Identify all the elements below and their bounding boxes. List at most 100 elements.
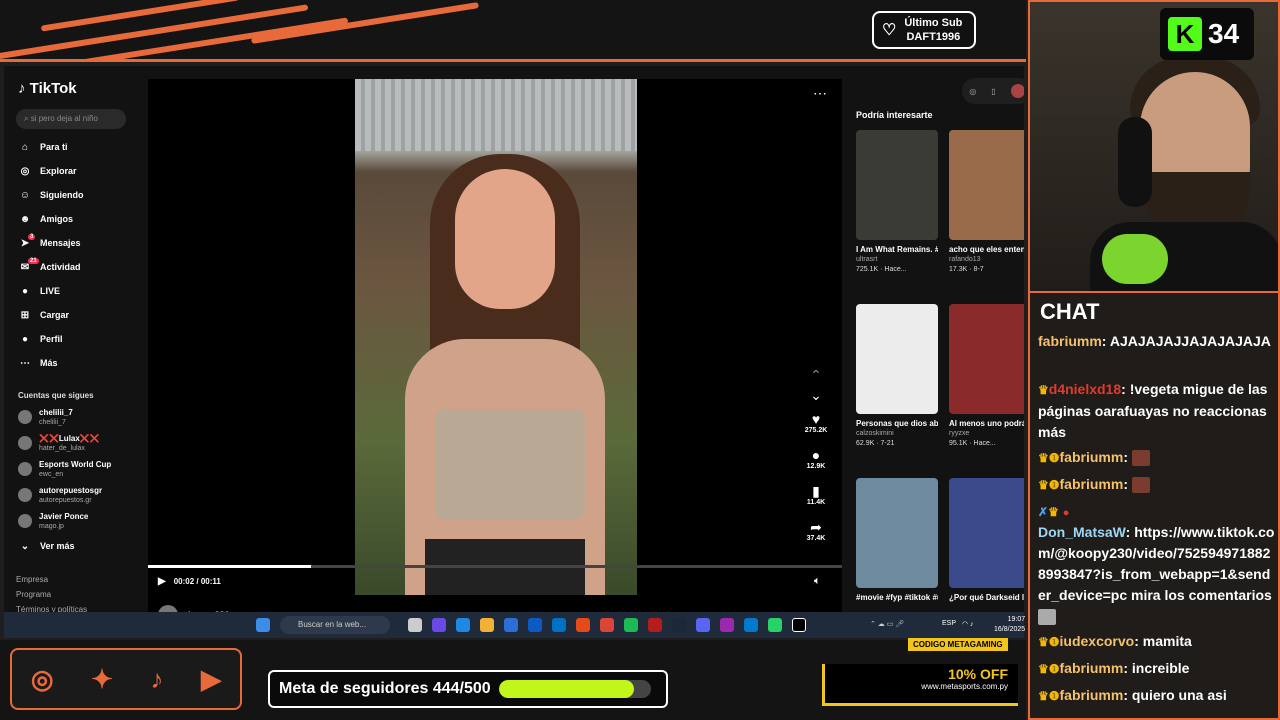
video-thumbnail[interactable] [949,304,1024,414]
comment-button[interactable]: ● 12.9K [796,447,836,470]
sidebar-item-actividad[interactable]: ✉ 21 Actividad [18,258,81,276]
sidebar-item-perfil[interactable]: ● Perfil [18,330,63,348]
edge-icon[interactable] [456,618,470,632]
sidebar-item-live[interactable]: ● LIVE [18,282,60,300]
footer-link-programa[interactable]: Programa [16,590,51,599]
lang-indicator[interactable]: ESP [942,620,956,627]
following-name: autorepuestosgr [39,485,103,495]
card-stats: 725.1K · Hace... [856,266,907,273]
goal-progress [498,680,651,698]
card-stats: 62.9K · 7-21 [856,440,895,447]
spotify-icon[interactable] [624,618,638,632]
footer-link-empresa[interactable]: Empresa [16,575,48,584]
following-item[interactable]: autorepuestosgr autorepuestos.gr [18,483,102,507]
recommendation-card[interactable]: acho que eles entenderam 😭 .... rafando13… [949,130,1024,275]
avatar[interactable] [1010,84,1024,98]
chat-message: ♛❶fabriumm: quiero una asi [1038,687,1227,703]
copilot-icon[interactable] [432,618,446,632]
chat-message: ♛d4nielxd18: !vegeta migue de las página… [1038,381,1268,440]
sidebar-item-para-ti[interactable]: ⌂ Para ti [18,138,68,156]
scroll-down-icon[interactable]: ⌄ [796,387,836,403]
share-icon: ➦ [810,519,822,535]
chat-title: CHAT [1040,299,1100,324]
recommendation-card[interactable]: ¿Por qué Darkseid logró intimidar a... [949,478,1024,603]
save-button[interactable]: ▮ 11.4K [796,483,836,506]
outlook-icon[interactable] [552,618,566,632]
promo-url: www.metasports.com.py [921,682,1008,691]
following-handle: mago.jp [39,522,64,530]
app-icon-2[interactable] [720,618,734,632]
recommendation-card[interactable]: #movie #fyp #tiktok #usaus [856,478,938,603]
discord-icon[interactable] [696,618,710,632]
following-item[interactable]: ❌❌Lulax❌❌ hater_de_lulax [18,431,100,455]
store-icon[interactable] [528,618,542,632]
device-icon[interactable]: ▯ [991,87,995,96]
play-icon[interactable]: ▶ [158,576,166,587]
twitter-icon: ✦ [91,663,113,694]
card-stats: 95.1K · Hace... [949,440,996,447]
notification-badge: 3 [28,234,36,240]
avatar [18,514,32,528]
vscode-icon[interactable] [744,618,758,632]
taskview-icon[interactable] [408,618,422,632]
emote-icon [1038,609,1056,626]
sidebar-item-explorar[interactable]: ◎ Explorar [18,162,77,180]
video-time: 00:02 / 00:11 [173,577,221,586]
heart-icon: ♥ [811,411,821,427]
card-caption: #movie #fyp #tiktok #usaus [856,593,938,602]
compass-icon: ◎ [20,165,30,177]
sidebar-item-siguiendo[interactable]: ☺ Siguiendo [18,186,84,204]
live-icon: ● [21,285,29,297]
whatsapp-icon[interactable] [768,618,782,632]
more-options-icon[interactable]: ⋯ [813,85,827,102]
wifi-icon[interactable]: ◠ ♪ [962,620,974,628]
tray-icons[interactable]: ⌃ ☁ ▭ 🎤︎ [870,620,904,628]
following-name: Javier Ponce [39,511,89,521]
sidebar-item-m-s[interactable]: ⋯ Más [18,354,58,372]
following-handle: autorepuestos.gr [39,496,92,504]
chrome-icon[interactable] [576,618,590,632]
recommendation-card[interactable]: Al menos uno podrá ser feliz #zzzero... r… [949,304,1024,449]
compass-icon[interactable]: ◎ [969,87,976,96]
sidebar-item-cargar[interactable]: ⊞ Cargar [18,306,69,324]
sponsor-promo: CODIGO METAGAMING 10% OFF www.metasports… [822,638,1022,706]
stream-overlay: ♡ Último Sub DAFT1996 ♪ TikTok ⌕ si pero… [0,0,1280,720]
following-item[interactable]: chelilii_7 chelilii_7 [18,405,73,429]
clock[interactable]: 19:07 16/8/2025 [994,615,1025,635]
folder-icon[interactable] [480,618,494,632]
avatar [18,436,32,450]
search-input[interactable]: ⌕ si pero deja al niño [16,109,126,129]
card-caption: acho que eles entenderam 😭 .... [949,245,1024,254]
taskbar-search[interactable]: Buscar en la web... [280,616,390,634]
see-more-link[interactable]: ⌄ Ver más [18,537,75,555]
avatar [18,410,32,424]
sidebar-item-label: Actividad [40,262,81,272]
like-button[interactable]: ♥ 275.2K [796,411,836,434]
video-player[interactable]: ⋯ ⌃ ⌄ ♥ 275.2K ● 12.9K ▮ 11.4K ➦ 37.4K ▶ 00:… [148,79,842,636]
recommendation-card[interactable]: Personas que dios abandonó #calzosk... ca… [856,304,938,449]
playback-controls: ▶ 00:02 / 00:11 [158,576,221,587]
video-thumbnail[interactable] [856,130,938,240]
video-thumbnail[interactable] [856,304,938,414]
share-button[interactable]: ➦ 37.4K [796,519,836,542]
windows-start-icon[interactable] [256,618,270,632]
scroll-up-icon[interactable]: ⌃ [796,367,836,383]
volume-icon[interactable]: 🔈︎ [814,575,821,588]
steam-icon[interactable] [672,618,686,632]
video-thumbnail[interactable] [949,130,1024,240]
sidebar-item-mensajes[interactable]: ➤ 3 Mensajes [18,234,81,252]
app-icon[interactable] [648,618,662,632]
chrome-icon-2[interactable] [600,618,614,632]
calculator-icon[interactable] [504,618,518,632]
tiktok-icon[interactable] [792,618,806,632]
sidebar-item-amigos[interactable]: ☻ Amigos [18,210,73,228]
video-frame[interactable] [355,79,637,595]
video-progress[interactable] [148,565,842,568]
following-item[interactable]: Esports World Cup ewc_en [18,457,111,481]
following-item[interactable]: Javier Ponce mago.jp [18,509,88,533]
tiktok-logo[interactable]: ♪ TikTok [18,80,77,97]
video-thumbnail[interactable] [856,478,938,588]
video-thumbnail[interactable] [949,478,1024,588]
kick-icon: K [1168,17,1202,51]
recommendation-card[interactable]: I Am What Remains. #ultrasrt #challeng..… [856,130,938,275]
